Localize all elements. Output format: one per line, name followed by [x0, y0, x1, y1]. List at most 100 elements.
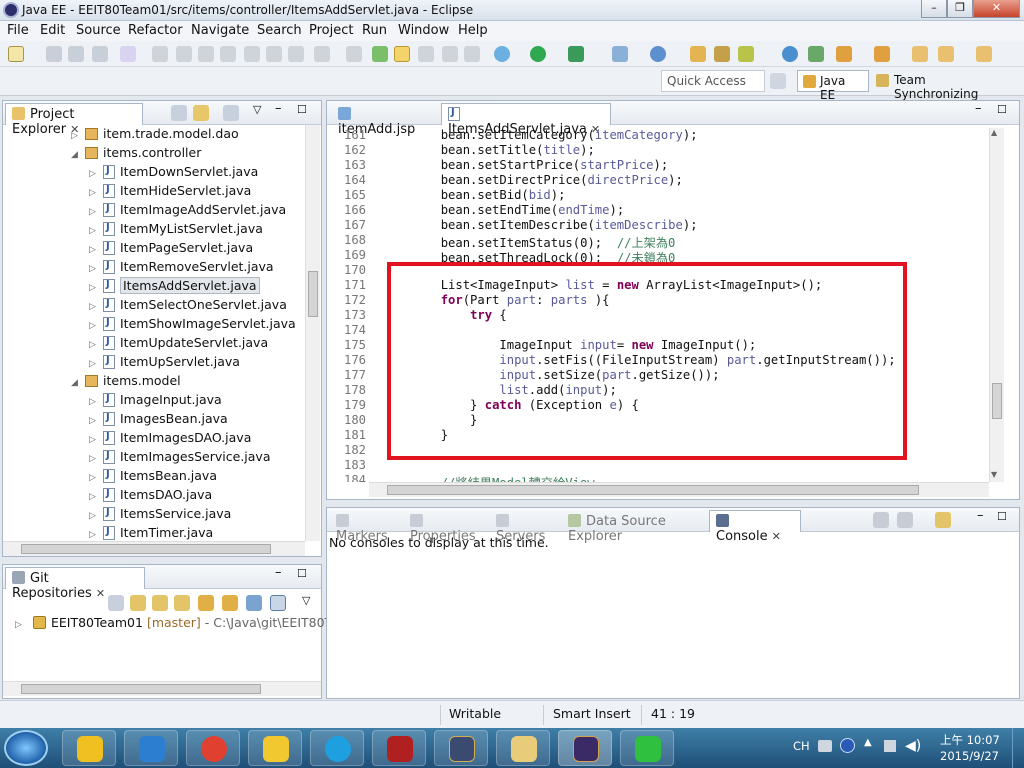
help-icon[interactable] [840, 738, 855, 753]
filters-icon[interactable] [223, 105, 239, 121]
collapse-all-icon[interactable] [108, 595, 124, 611]
expand-icon[interactable]: ▷ [89, 454, 103, 464]
use-step-filters-icon[interactable] [346, 46, 362, 62]
tree-file-row[interactable]: ▷ ItemShowImageServlet.java [89, 316, 296, 335]
drop-to-frame-icon[interactable] [314, 46, 330, 62]
tree-file-row[interactable]: ▷ ItemMyListServlet.java [89, 221, 263, 240]
forward-icon[interactable] [976, 46, 992, 62]
git-repo-row[interactable]: ▷ EEIT80Team01 [master] - C:\Java\git\EE… [15, 615, 345, 634]
suspend-icon[interactable] [176, 46, 192, 62]
tree-file-row[interactable]: ▷ ItemsService.java [89, 506, 231, 525]
tab-properties[interactable]: Properties [403, 510, 487, 544]
menu-edit[interactable]: Edit [40, 23, 65, 38]
skip-breakpoints-icon[interactable] [120, 46, 136, 62]
menu-run[interactable]: Run [362, 23, 387, 38]
taskbar-app-1[interactable] [62, 730, 116, 766]
debug-icon[interactable] [494, 46, 510, 62]
tree-file-row[interactable]: ▷ ItemUpdateServlet.java [89, 335, 268, 354]
expand-icon[interactable]: ▷ [89, 359, 103, 369]
minimize-button[interactable]: – [921, 0, 947, 18]
tab-itemsaddservlet-java[interactable]: ItemsAddServlet.java✕ [441, 103, 611, 137]
step-into-icon[interactable] [244, 46, 260, 62]
expand-icon[interactable]: ▷ [89, 321, 103, 331]
expand-icon[interactable]: ◢ [71, 378, 85, 388]
display-selected-console-icon[interactable] [873, 512, 889, 528]
last-edit-location-icon[interactable] [912, 46, 928, 62]
menu-file[interactable]: File [7, 23, 29, 38]
maximize-view-icon[interactable]: ☐ [997, 103, 1007, 116]
minimize-view-icon[interactable]: – [977, 508, 984, 523]
expand-icon[interactable]: ▷ [89, 492, 103, 502]
menu-refactor[interactable]: Refactor [128, 23, 183, 38]
open-type-icon[interactable] [690, 46, 706, 62]
disconnect-icon[interactable] [220, 46, 236, 62]
maximize-view-icon[interactable]: ☐ [997, 510, 1007, 523]
expand-icon[interactable]: ▷ [89, 188, 103, 198]
tree-package-row[interactable]: ◢ items.model [71, 373, 181, 392]
expand-icon[interactable]: ▷ [89, 245, 103, 255]
git-hscroll-thumb[interactable] [21, 684, 261, 694]
taskbar-app-6[interactable] [372, 730, 426, 766]
expand-icon[interactable]: ▷ [89, 226, 103, 236]
tree-file-row[interactable]: ▷ ItemsBean.java [89, 468, 217, 487]
save-icon[interactable] [46, 46, 62, 62]
menu-source[interactable]: Source [76, 23, 121, 38]
maximize-view-icon[interactable]: ☐ [297, 567, 307, 580]
open-perspective-icon[interactable] [808, 46, 824, 62]
menu-search[interactable]: Search [257, 23, 302, 38]
keyboard-icon[interactable] [818, 740, 832, 752]
tree-file-row[interactable]: ▷ ItemUpServlet.java [89, 354, 240, 373]
link-with-selection-icon[interactable] [222, 595, 238, 611]
run-icon[interactable] [530, 46, 546, 62]
tree-file-row[interactable]: ▷ ImageInput.java [89, 392, 222, 411]
maximize-button[interactable]: ❐ [947, 0, 973, 18]
expand-icon[interactable]: ◢ [71, 150, 85, 160]
expand-icon[interactable]: ▷ [89, 207, 103, 217]
create-repository-icon[interactable] [174, 595, 190, 611]
menu-project[interactable]: Project [309, 23, 353, 38]
editor-horizontal-scrollbar[interactable] [369, 482, 989, 497]
block-selection-icon[interactable] [442, 46, 458, 62]
editor-vertical-scrollbar[interactable]: ▲ ▼ [989, 128, 1004, 482]
tab-data-source-explorer[interactable]: Data Source Explorer [561, 510, 707, 544]
web-browser-icon[interactable] [782, 46, 798, 62]
terminate-icon[interactable] [198, 46, 214, 62]
save-all-icon[interactable] [68, 46, 84, 62]
minimize-view-icon[interactable]: – [275, 565, 282, 580]
menu-window[interactable]: Window [398, 23, 449, 38]
menu-navigate[interactable]: Navigate [191, 23, 249, 38]
editor-scroll-thumb[interactable] [992, 383, 1002, 419]
tab-servers[interactable]: Servers [489, 510, 559, 544]
tab-itemadd-jsp[interactable]: itemAdd.jsp [331, 103, 427, 137]
tray-language[interactable]: CH [793, 739, 810, 753]
tab-console[interactable]: Console ✕ [709, 510, 801, 544]
menu-help[interactable]: Help [458, 23, 488, 38]
mark-occurrences-icon[interactable] [394, 46, 410, 62]
tab-project-explorer[interactable]: Project Explorer ✕ [5, 103, 143, 137]
collapse-all-icon[interactable] [171, 105, 187, 121]
tree-file-row[interactable]: ▷ ItemsAddServlet.java [89, 277, 260, 297]
step-over-icon[interactable] [266, 46, 282, 62]
expand-icon[interactable]: ▷ [89, 416, 103, 426]
expand-icon[interactable]: ▷ [89, 264, 103, 274]
close-icon[interactable]: ✕ [772, 530, 781, 543]
tree-scroll-thumb[interactable] [308, 271, 318, 317]
link-with-editor-icon[interactable] [193, 105, 209, 121]
git-horizontal-scrollbar[interactable] [3, 681, 321, 696]
tab-markers[interactable]: Markers [329, 510, 401, 544]
view-menu-icon[interactable]: ▽ [302, 594, 310, 607]
tray-expand-icon[interactable]: ▲ [864, 737, 872, 748]
taskbar-app-9[interactable] [558, 730, 612, 766]
previous-annotation-icon[interactable] [874, 46, 890, 62]
tree-file-row[interactable]: ▷ ItemRemoveServlet.java [89, 259, 274, 278]
pin-console-icon[interactable] [897, 512, 913, 528]
tree-file-row[interactable]: ▷ ItemSelectOneServlet.java [89, 297, 287, 316]
network-icon[interactable] [884, 740, 896, 752]
open-perspective-button-icon[interactable] [770, 73, 786, 89]
tray-time[interactable]: 上午 10:07 [940, 732, 1000, 748]
tree-file-row[interactable]: ▷ ItemImagesService.java [89, 449, 270, 468]
new-server-icon[interactable] [612, 46, 628, 62]
view-menu-icon[interactable]: ▽ [253, 103, 261, 116]
close-button[interactable]: ✕ [973, 0, 1020, 18]
run-server-icon[interactable] [568, 46, 584, 62]
